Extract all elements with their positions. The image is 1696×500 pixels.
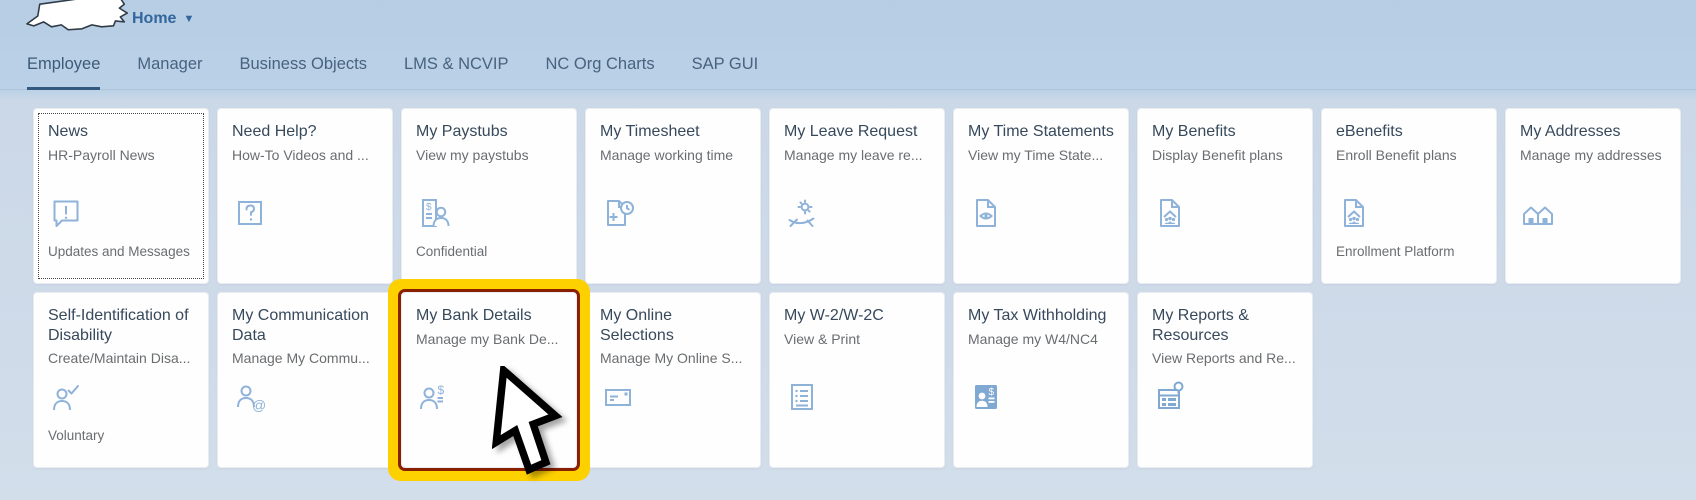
- tile-news[interactable]: News HR-Payroll News Updates and Message…: [33, 108, 209, 284]
- person-at-icon: @: [232, 379, 268, 415]
- home-dropdown[interactable]: Home ▼: [132, 10, 194, 28]
- tile-subtitle: Enroll Benefit plans: [1322, 142, 1496, 163]
- alert-bubble-icon: [48, 195, 84, 231]
- tile-title: eBenefits: [1322, 109, 1496, 142]
- tile-my-online-selections[interactable]: My Online Selections Manage My Online S.…: [585, 292, 761, 468]
- tab-label: Manager: [137, 55, 202, 74]
- north-carolina-logo-icon: [24, 0, 142, 41]
- person-check-icon: [48, 379, 84, 415]
- question-mark-icon: [232, 195, 268, 231]
- tile-subtitle: HR-Payroll News: [34, 142, 208, 163]
- tab-label: NC Org Charts: [546, 55, 655, 74]
- tile-my-paystubs[interactable]: My Paystubs View my paystubs $ Confident…: [401, 108, 577, 284]
- person-dollar-icon: $: [416, 379, 452, 415]
- svg-text:$: $: [426, 202, 432, 213]
- tile-my-bank-details[interactable]: My Bank Details Manage my Bank De... $: [401, 292, 577, 468]
- document-family-icon: [1336, 195, 1372, 231]
- tile-title: My Reports & Resources: [1138, 293, 1312, 345]
- tab-lms-ncvip[interactable]: LMS & NCVIP: [404, 40, 509, 90]
- tab-business-objects[interactable]: Business Objects: [240, 40, 367, 90]
- tile-title: My Addresses: [1506, 109, 1680, 142]
- tile-subtitle: View & Print: [770, 326, 944, 347]
- tile-subtitle: How-To Videos and ...: [218, 142, 392, 163]
- chevron-down-icon: ▼: [183, 13, 194, 25]
- tile-title: My Tax Withholding: [954, 293, 1128, 326]
- tile-subtitle: Manage my W4/NC4: [954, 326, 1128, 347]
- sun-lounger-icon: [784, 195, 820, 231]
- tile-my-tax-withholding[interactable]: My Tax Withholding Manage my W4/NC4 $: [953, 292, 1129, 468]
- tile-footer: Updates and Messages: [48, 244, 198, 259]
- card-lines-icon: [600, 379, 636, 415]
- table-search-icon: [1152, 379, 1188, 415]
- tile-my-reports-resources[interactable]: My Reports & Resources View Reports and …: [1137, 292, 1313, 468]
- tile-subtitle: Manage my Bank De...: [402, 326, 576, 347]
- tile-self-identification-of-disability[interactable]: Self-Identification of Disability Create…: [33, 292, 209, 468]
- tab-label: Business Objects: [240, 55, 367, 74]
- svg-text:@: @: [252, 397, 266, 413]
- tile-subtitle: Display Benefit plans: [1138, 142, 1312, 163]
- tile-title: My Bank Details: [402, 293, 576, 326]
- tab-label: LMS & NCVIP: [404, 55, 509, 74]
- tab-nc-org-charts[interactable]: NC Org Charts: [546, 40, 655, 90]
- two-houses-icon: [1520, 195, 1556, 231]
- tile-title: My Time Statements: [954, 109, 1128, 142]
- home-label: Home: [132, 10, 176, 28]
- tile-title: My Benefits: [1138, 109, 1312, 142]
- tab-label: Employee: [27, 55, 100, 74]
- document-eye-icon: [968, 195, 1004, 231]
- id-card-dollar-icon: $: [968, 379, 1004, 415]
- tile-footer: Enrollment Platform: [1336, 244, 1486, 259]
- tile-subtitle: Manage My Online S...: [586, 345, 760, 366]
- tab-bar: Employee Manager Business Objects LMS & …: [0, 40, 1696, 90]
- tile-title: My Online Selections: [586, 293, 760, 345]
- tile-subtitle: View Reports and Re...: [1138, 345, 1312, 366]
- document-clock-icon: [600, 195, 636, 231]
- tile-subtitle: View my paystubs: [402, 142, 576, 163]
- tile-title: My Paystubs: [402, 109, 576, 142]
- tab-label: SAP GUI: [692, 55, 759, 74]
- tile-my-communication-data[interactable]: My Communication Data Manage My Commu...…: [217, 292, 393, 468]
- tile-my-time-statements[interactable]: My Time Statements View my Time State...: [953, 108, 1129, 284]
- tile-my-leave-request[interactable]: My Leave Request Manage my leave re...: [769, 108, 945, 284]
- tab-manager[interactable]: Manager: [137, 40, 202, 90]
- tile-my-benefits[interactable]: My Benefits Display Benefit plans: [1137, 108, 1313, 284]
- svg-text:$: $: [989, 387, 995, 398]
- tile-title: My Communication Data: [218, 293, 392, 345]
- tile-subtitle: Create/Maintain Disa...: [34, 345, 208, 366]
- top-bar: Home ▼: [0, 0, 1696, 40]
- document-family-icon: [1152, 195, 1188, 231]
- tile-grid: News HR-Payroll News Updates and Message…: [33, 108, 1696, 468]
- svg-text:$: $: [438, 383, 445, 397]
- tile-subtitle: View my Time State...: [954, 142, 1128, 163]
- tile-title: News: [34, 109, 208, 142]
- tile-area: News HR-Payroll News Updates and Message…: [0, 90, 1696, 468]
- tab-sap-gui[interactable]: SAP GUI: [692, 40, 759, 90]
- tile-my-timesheet[interactable]: My Timesheet Manage working time: [585, 108, 761, 284]
- tile-ebenefits[interactable]: eBenefits Enroll Benefit plans Enrollmen…: [1321, 108, 1497, 284]
- tile-footer: Voluntary: [48, 428, 198, 443]
- tile-title: My Timesheet: [586, 109, 760, 142]
- tile-subtitle: Manage my leave re...: [770, 142, 944, 163]
- paystub-person-icon: $: [416, 195, 452, 231]
- tile-need-help[interactable]: Need Help? How-To Videos and ...: [217, 108, 393, 284]
- tab-employee[interactable]: Employee: [27, 40, 100, 90]
- tile-my-addresses[interactable]: My Addresses Manage my addresses: [1505, 108, 1681, 284]
- tile-subtitle: Manage My Commu...: [218, 345, 392, 366]
- tile-subtitle: Manage working time: [586, 142, 760, 163]
- tile-footer: Confidential: [416, 244, 566, 259]
- tile-title: My W-2/W-2C: [770, 293, 944, 326]
- tile-subtitle: Manage my addresses: [1506, 142, 1680, 163]
- tile-title: Self-Identification of Disability: [34, 293, 208, 345]
- list-document-icon: [784, 379, 820, 415]
- tile-title: My Leave Request: [770, 109, 944, 142]
- tile-title: Need Help?: [218, 109, 392, 142]
- tile-my-w2-w2c[interactable]: My W-2/W-2C View & Print: [769, 292, 945, 468]
